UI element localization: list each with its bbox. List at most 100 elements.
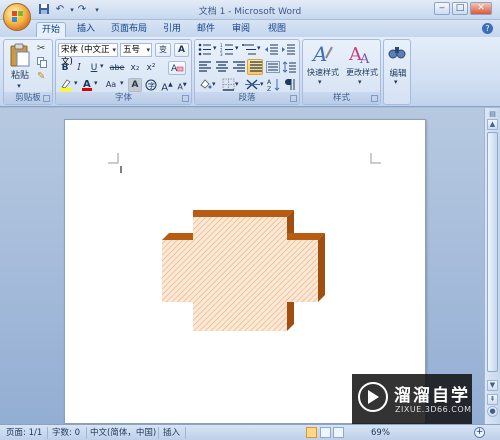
borders-icon[interactable] <box>222 78 235 91</box>
close-button[interactable]: ✕ <box>470 2 492 15</box>
align-right-icon[interactable] <box>232 61 246 73</box>
line-spacing-icon[interactable] <box>282 61 297 73</box>
vertical-scrollbar[interactable]: ▤ ▲ ▼ ⇞ ● <box>484 108 500 424</box>
numbering-dropdown-icon[interactable]: ▾ <box>235 44 239 52</box>
italic-button[interactable]: I <box>73 61 85 75</box>
tab-review[interactable]: 审阅 <box>227 22 255 37</box>
enclose-char-icon[interactable]: 字 <box>144 78 158 92</box>
page-count[interactable]: 页面: 1/1 <box>6 427 42 439</box>
help-icon[interactable]: ? <box>482 23 493 34</box>
numbering-icon[interactable]: 123 <box>220 43 236 57</box>
paragraph-launcher-icon[interactable] <box>290 95 297 102</box>
change-styles-icon[interactable]: AA <box>348 43 374 67</box>
tab-view[interactable]: 视图 <box>263 22 291 37</box>
maximize-button[interactable]: □ <box>452 2 468 15</box>
char-border-button[interactable]: A <box>174 43 189 57</box>
borders-dropdown-icon[interactable]: ▾ <box>235 80 239 88</box>
editing-label[interactable]: 编辑 <box>384 67 412 79</box>
highlight-dropdown-icon[interactable]: ▾ <box>74 79 78 87</box>
cut-icon[interactable]: ✂ <box>37 43 45 54</box>
font-group-label: 字体 <box>56 92 191 104</box>
chinese-layout-icon[interactable] <box>245 78 260 91</box>
paste-dropdown-icon[interactable]: ▾ <box>9 82 29 90</box>
change-styles-dropdown-icon[interactable]: ▾ <box>358 78 362 86</box>
superscript-button[interactable]: x² <box>144 61 158 75</box>
justify-button[interactable] <box>247 59 263 75</box>
clipboard-group: 粘贴 ▾ ✂ ✎ 剪贴板 <box>3 39 53 105</box>
increase-indent-icon[interactable] <box>282 43 296 56</box>
paste-label[interactable]: 粘贴 <box>7 68 33 81</box>
web-layout-icon[interactable] <box>333 427 344 438</box>
show-marks-icon[interactable] <box>284 78 296 91</box>
shape-right-arm-side <box>318 233 325 302</box>
quick-styles-icon[interactable]: A <box>310 42 336 66</box>
font-name-combo[interactable]: 宋体 (中文正文) ▾ <box>58 43 118 67</box>
clipboard-launcher-icon[interactable] <box>43 95 50 102</box>
previous-page-icon[interactable]: ⇞ <box>487 394 498 405</box>
font-color-icon[interactable]: A <box>81 77 93 91</box>
bold-button[interactable]: B <box>59 61 71 75</box>
tab-page-layout[interactable]: 页面布局 <box>106 22 152 37</box>
full-screen-reading-icon[interactable] <box>320 427 331 438</box>
scroll-down-icon[interactable]: ▼ <box>487 380 498 391</box>
shading-dropdown-icon[interactable]: ▾ <box>212 80 216 88</box>
font-size-combo[interactable]: 五号 ▾ <box>120 43 152 57</box>
underline-button[interactable]: U <box>88 61 100 75</box>
print-layout-view-icon[interactable] <box>306 427 317 438</box>
copy-icon[interactable] <box>37 57 47 68</box>
top-left-crop-mark <box>108 153 119 164</box>
scroll-thumb[interactable] <box>487 132 498 372</box>
language-indicator[interactable]: 中文(简体，中国) <box>90 427 156 439</box>
decrease-indent-icon[interactable] <box>265 43 279 56</box>
insert-mode-indicator[interactable]: 插入 <box>163 427 180 439</box>
highlight-color-icon[interactable] <box>59 78 73 91</box>
font-name-dropdown-icon[interactable]: ▾ <box>112 44 116 56</box>
editing-dropdown-icon[interactable]: ▾ <box>394 78 398 86</box>
select-browse-object-icon[interactable]: ● <box>487 406 498 417</box>
scroll-up-icon[interactable]: ▲ <box>487 119 498 130</box>
shrink-font-button[interactable]: A▼ <box>175 78 189 92</box>
change-case-dropdown-icon[interactable]: ▾ <box>120 79 124 87</box>
font-launcher-icon[interactable] <box>182 95 189 102</box>
tab-insert[interactable]: 插入 <box>72 22 100 37</box>
shape-lower-right-side <box>287 302 294 331</box>
zoom-level[interactable]: 69% <box>371 427 390 439</box>
multilevel-list-icon[interactable] <box>242 43 258 56</box>
grow-font-button[interactable]: A▲ <box>160 78 174 93</box>
clear-formatting-icon[interactable]: A <box>168 61 186 75</box>
char-shading-button[interactable]: A <box>128 78 142 92</box>
shading-icon[interactable] <box>198 78 212 91</box>
office-button[interactable] <box>3 3 31 31</box>
minimize-button[interactable]: ‒ <box>434 2 450 15</box>
tab-references[interactable]: 引用 <box>158 22 186 37</box>
format-painter-icon[interactable]: ✎ <box>37 71 45 82</box>
cross-shape-3d[interactable] <box>162 210 325 331</box>
align-left-icon[interactable] <box>198 61 212 73</box>
chinese-layout-dropdown-icon[interactable]: ▾ <box>260 80 264 88</box>
sort-icon[interactable]: AZ <box>267 78 281 93</box>
font-color-dropdown-icon[interactable]: ▾ <box>94 79 98 87</box>
strikethrough-button[interactable]: abe <box>108 61 126 75</box>
word-count[interactable]: 字数: 0 <box>52 427 80 439</box>
quick-styles-label[interactable]: 快速样式 <box>303 67 343 78</box>
distributed-icon[interactable] <box>266 61 280 73</box>
multilevel-dropdown-icon[interactable]: ▾ <box>257 44 261 52</box>
phonetic-guide-button[interactable]: 变 <box>155 43 171 57</box>
change-case-button[interactable]: Aa <box>102 78 120 92</box>
bullets-icon[interactable] <box>198 43 214 56</box>
underline-dropdown-icon[interactable]: ▾ <box>100 62 104 70</box>
font-size-dropdown-icon[interactable]: ▾ <box>146 44 150 56</box>
quick-styles-dropdown-icon[interactable]: ▾ <box>318 78 322 86</box>
zoom-in-icon[interactable]: + <box>474 427 485 438</box>
paste-icon[interactable] <box>8 42 32 68</box>
watermark-url: ZIXUE.3D66.COM <box>395 405 472 414</box>
styles-launcher-icon[interactable] <box>371 95 378 102</box>
subscript-button[interactable]: x₂ <box>128 61 142 75</box>
tab-home[interactable]: 开始 <box>36 22 66 37</box>
change-styles-label[interactable]: 更改样式 <box>341 67 383 78</box>
bullets-dropdown-icon[interactable]: ▾ <box>213 44 217 52</box>
tab-mailings[interactable]: 邮件 <box>192 22 220 37</box>
ruler-toggle-icon[interactable]: ▤ <box>487 110 498 118</box>
align-center-icon[interactable] <box>215 61 229 73</box>
find-binoculars-icon[interactable] <box>387 43 407 61</box>
